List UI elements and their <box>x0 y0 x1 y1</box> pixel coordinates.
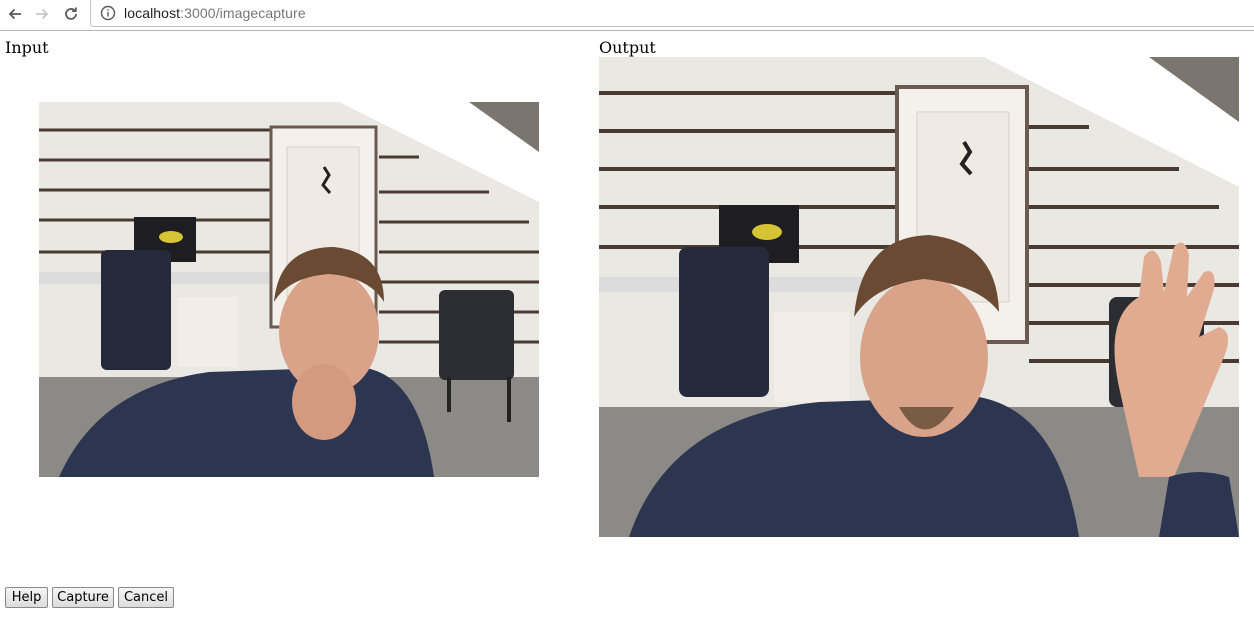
reload-icon <box>65 7 77 20</box>
output-webcam-photo <box>599 57 1239 537</box>
reload-button[interactable] <box>60 3 82 25</box>
output-image <box>599 57 1239 537</box>
help-button[interactable]: Help <box>5 587 48 608</box>
output-label: Output <box>599 38 656 57</box>
input-webcam-photo <box>39 102 539 477</box>
input-label: Input <box>5 38 49 57</box>
capture-button[interactable]: Capture <box>52 587 114 608</box>
forward-button[interactable] <box>31 3 53 25</box>
cancel-button[interactable]: Cancel <box>118 587 174 608</box>
input-image <box>39 102 539 477</box>
url-host: localhost <box>124 5 181 21</box>
back-button[interactable] <box>4 3 26 25</box>
browser-toolbar: localhost:3000/imagecapture <box>0 0 1254 31</box>
url-path: :3000/imagecapture <box>180 5 306 21</box>
info-icon[interactable] <box>100 5 116 21</box>
url-text: localhost:3000/imagecapture <box>124 5 306 21</box>
arrow-right-icon <box>36 8 49 20</box>
arrow-left-icon <box>8 8 21 20</box>
address-bar[interactable]: localhost:3000/imagecapture <box>90 0 1254 27</box>
